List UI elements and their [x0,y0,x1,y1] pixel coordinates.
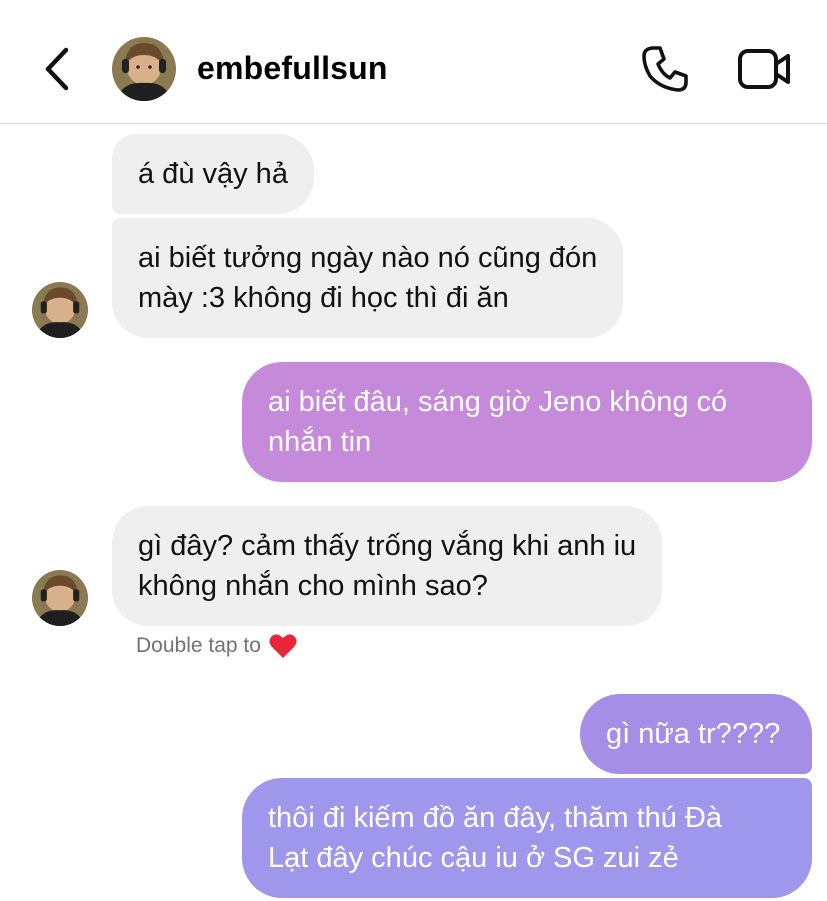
message-text-line: không nhắn cho mình sao? [138,570,488,602]
hint-text: Double tap to [136,634,261,657]
message-text-line: gì nữa tr???? [606,718,781,750]
message-text-line: Lạt đây chúc cậu iu ở SG zui zẻ [268,842,679,874]
message-text-line: nhắn tin [268,426,372,458]
outgoing-message[interactable]: ai biết đâu, sáng giờ Jeno không có nhắn… [242,362,812,482]
chat-header: embefullsun [0,0,827,124]
outgoing-message[interactable]: thôi đi kiếm đồ ăn đây, thăm thú Đà Lạt … [242,778,812,898]
audio-call-button[interactable] [640,44,690,94]
incoming-message[interactable]: ai biết tưởng ngày nào nó cũng đón mày :… [112,218,624,338]
message-text-line: ai biết đâu, sáng giờ Jeno không có [268,386,728,418]
chevron-left-icon [45,47,69,91]
video-call-button[interactable] [737,46,791,92]
profile-photo-icon [32,570,88,626]
message-text-line: ai biết tưởng ngày nào nó cũng đón [138,242,598,274]
double-tap-hint: Double tap to [136,633,297,659]
back-button[interactable] [38,44,74,94]
message-text-line: mày :3 không đi học thì đi ăn [138,282,509,314]
chat-username[interactable]: embefullsun [197,50,388,87]
profile-photo-icon [32,282,88,338]
incoming-message[interactable]: gì đây? cảm thấy trống vắng khi anh iu k… [112,506,663,626]
message-text-line: thôi đi kiếm đồ ăn đây, thăm thú Đà [268,802,723,834]
video-camera-icon [738,49,790,89]
outgoing-message[interactable]: gì nữa tr???? [580,694,812,774]
incoming-message[interactable]: á đù vậy hả [112,134,314,214]
phone-icon [642,46,688,92]
profile-photo-icon [112,37,176,101]
message-text-line: gì đây? cảm thấy trống vắng khi anh iu [138,530,637,562]
avatar[interactable] [32,282,88,338]
avatar[interactable] [32,570,88,626]
heart-icon[interactable] [269,633,297,659]
message-text-line: á đù vậy hả [138,158,288,190]
avatar[interactable] [112,37,176,101]
